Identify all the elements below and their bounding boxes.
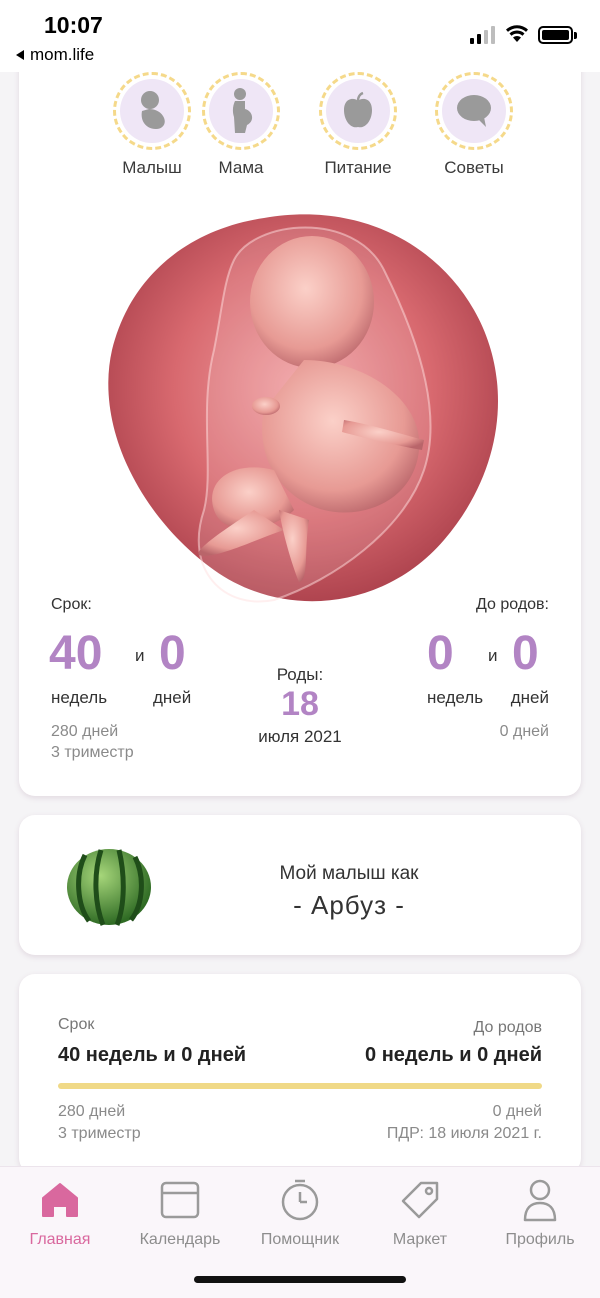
remaining-weeks-unit: недель: [427, 688, 484, 707]
term-days-unit: дней: [153, 688, 192, 707]
term-label: Срок:: [51, 596, 92, 613]
profile-icon: [523, 1179, 557, 1222]
category-nutrition[interactable]: Питание: [303, 72, 413, 178]
tab-profile[interactable]: Профиль: [480, 1177, 600, 1249]
pregnancy-progress-card: Срок 40 недель и 0 дней До родов 0 недел…: [19, 974, 581, 1174]
tab-label: Маркет: [392, 1231, 448, 1248]
category-label: Мама: [218, 158, 264, 177]
remaining-days-unit: дней: [510, 688, 549, 707]
battery-icon: [538, 26, 577, 44]
back-to-app-link[interactable]: mom.life: [16, 45, 94, 65]
birth-day: 18: [281, 685, 319, 723]
pregnant-mom-icon: [232, 88, 253, 133]
calendar-icon: [160, 1181, 200, 1219]
tab-home[interactable]: Главная: [0, 1177, 120, 1249]
tab-assistant[interactable]: Помощник: [240, 1177, 360, 1249]
tab-calendar[interactable]: Календарь: [120, 1177, 240, 1249]
term-days-value: 0: [159, 627, 186, 680]
tab-label: Профиль: [505, 1231, 575, 1248]
progress-trimester: 3 триместр: [58, 1125, 141, 1142]
baby-size-card[interactable]: Мой малыш как - Арбуз -: [19, 815, 581, 955]
tab-label: Главная: [29, 1231, 91, 1248]
category-mom[interactable]: Мама: [186, 72, 296, 178]
watermelon-icon: [67, 849, 151, 926]
status-time: 10:07: [44, 12, 103, 38]
status-bar: 10:07 mom.life: [0, 0, 600, 72]
remaining-total-days: 0 дней: [499, 723, 549, 740]
birth-label: Роды:: [276, 665, 324, 684]
progress-remaining-value: 0 недель и 0 дней: [365, 1044, 542, 1066]
baby-size-label: Мой малыш как: [279, 863, 419, 884]
birth-month-year: июля 2021: [258, 727, 342, 746]
progress-total-days: 280 дней: [58, 1103, 126, 1120]
tab-label: Календарь: [139, 1231, 221, 1248]
timer-icon: [281, 1179, 319, 1221]
apple-icon: [344, 91, 372, 128]
chat-bubble-icon: [457, 95, 491, 127]
term-total-days: 280 дней: [51, 723, 119, 740]
progress-term-value: 40 недель и 0 дней: [58, 1044, 247, 1066]
progress-term-label: Срок: [58, 1016, 95, 1033]
tab-market[interactable]: Маркет: [360, 1177, 480, 1249]
baby-size-fruit-name: - Арбуз -: [293, 890, 405, 920]
home-indicator: [194, 1276, 406, 1283]
tab-label: Помощник: [260, 1231, 340, 1248]
term-weeks-unit: недель: [51, 688, 108, 707]
progress-remaining-label: До родов: [473, 1019, 542, 1036]
remaining-label: До родов:: [476, 596, 549, 613]
progress-remaining-days: 0 дней: [492, 1103, 542, 1120]
back-link-label: mom.life: [30, 45, 95, 64]
back-arrow-icon: [16, 50, 24, 60]
wifi-icon: [506, 25, 528, 42]
baby-icon: [141, 91, 165, 129]
category-label: Советы: [444, 158, 504, 177]
fetus-illustration: [108, 214, 498, 603]
trimester: 3 триместр: [51, 744, 134, 761]
home-icon: [42, 1183, 78, 1217]
progress-due-date: ПДР: 18 июля 2021 г.: [386, 1125, 542, 1142]
term-and: и: [135, 646, 145, 665]
category-label: Питание: [324, 158, 392, 177]
progress-bar: [58, 1083, 542, 1089]
cellular-signal-icon: [470, 26, 495, 44]
remaining-days-value: 0: [512, 627, 539, 680]
remaining-weeks-value: 0: [427, 627, 454, 680]
term-weeks-value: 40: [49, 627, 103, 680]
category-tips[interactable]: Советы: [419, 72, 529, 178]
pregnancy-card: Малыш Мама Питание Советы Срок: 40 и 0 н…: [19, 40, 581, 796]
tag-icon: [401, 1181, 439, 1219]
remaining-and: и: [488, 646, 498, 665]
